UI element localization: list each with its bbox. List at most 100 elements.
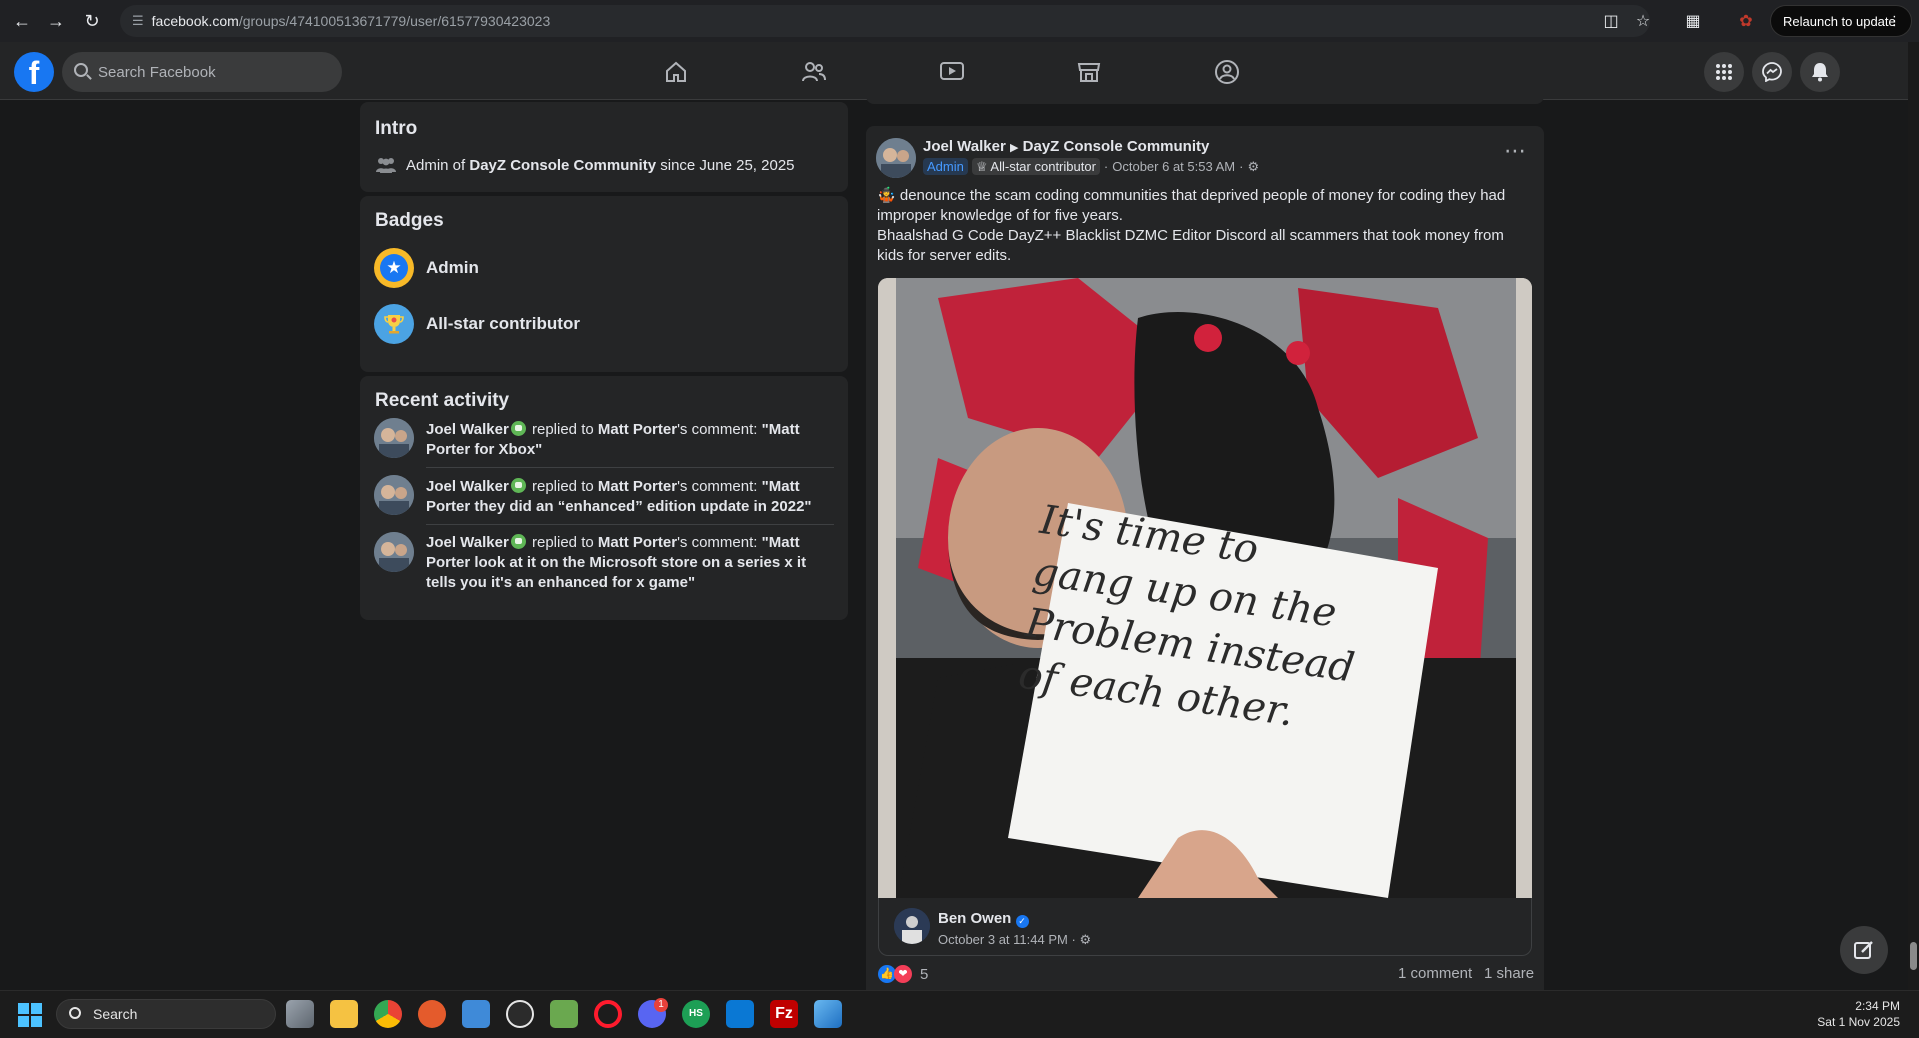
search-placeholder: Search Facebook bbox=[98, 63, 216, 81]
friends-icon[interactable] bbox=[800, 58, 828, 86]
video-icon[interactable] bbox=[938, 58, 966, 86]
shared-author-name[interactable]: Ben Owen ✓ bbox=[938, 909, 1029, 929]
contributor-badge-icon bbox=[510, 534, 526, 549]
intro-card: Intro Admin of DayZ Console Community si… bbox=[360, 102, 848, 192]
url-host: facebook.com bbox=[151, 13, 239, 29]
triangle-right-icon: ▶ bbox=[1010, 142, 1019, 154]
extensions-icon[interactable]: ▦ bbox=[1680, 8, 1706, 34]
opera-icon[interactable] bbox=[594, 1000, 622, 1028]
activity-item[interactable]: Joel Walker replied to Matt Porter's com… bbox=[426, 420, 826, 460]
chrome-icon[interactable] bbox=[374, 1000, 402, 1028]
post-meta: Admin ♕ All-star contributor · October 6… bbox=[923, 158, 1259, 175]
post-author-avatar[interactable] bbox=[876, 138, 916, 178]
allstar-tag[interactable]: ♕ All-star contributor bbox=[971, 158, 1100, 175]
badges-title: Badges bbox=[375, 210, 444, 231]
post-author-link[interactable]: Joel Walker bbox=[923, 138, 1006, 155]
reaction-count: 5 bbox=[920, 965, 929, 983]
shares-count[interactable]: 1 share bbox=[1484, 965, 1534, 982]
site-info-icon[interactable]: ☰ bbox=[132, 13, 144, 29]
facebook-search-input[interactable]: Search Facebook bbox=[62, 52, 342, 92]
avatar[interactable] bbox=[374, 418, 414, 458]
notepadpp-icon[interactable] bbox=[550, 1000, 578, 1028]
intro-group-link[interactable]: DayZ Console Community bbox=[469, 157, 656, 174]
new-message-button[interactable] bbox=[1840, 926, 1888, 974]
marketplace-icon[interactable] bbox=[1075, 58, 1103, 86]
vscode-icon[interactable] bbox=[726, 1000, 754, 1028]
hs-app-icon[interactable]: HS bbox=[682, 1000, 710, 1028]
address-bar[interactable]: ☰ facebook.com/groups/474100513671779/us… bbox=[120, 5, 1650, 37]
file-explorer-icon[interactable] bbox=[330, 1000, 358, 1028]
avatar[interactable] bbox=[374, 475, 414, 515]
menu-grid-icon[interactable] bbox=[1704, 52, 1744, 92]
activity-item[interactable]: Joel Walker replied to Matt Porter's com… bbox=[426, 477, 826, 517]
reactions-summary[interactable]: 👍 ❤ 5 bbox=[878, 965, 928, 983]
messenger-icon[interactable] bbox=[1752, 52, 1792, 92]
home-icon[interactable] bbox=[662, 58, 690, 86]
avatar[interactable] bbox=[374, 532, 414, 572]
system-clock[interactable]: 2:34 PM Sat 1 Nov 2025 bbox=[1800, 998, 1900, 1030]
trophy-icon bbox=[374, 304, 414, 344]
active-app-indicator bbox=[362, 986, 414, 990]
taskbar-search[interactable]: Search bbox=[56, 999, 276, 1029]
separator-dot: · bbox=[1239, 159, 1244, 174]
relaunch-label: Relaunch to update bbox=[1783, 13, 1896, 29]
facebook-logo-icon[interactable]: f bbox=[14, 52, 54, 92]
extension-red-icon[interactable]: ✿ bbox=[1733, 8, 1759, 34]
discord-badge: 1 bbox=[654, 998, 668, 1012]
task-view-icon[interactable] bbox=[286, 1000, 314, 1028]
more-options-icon[interactable]: ⋯ bbox=[1504, 140, 1526, 162]
post-body: 🤹 denounce the scam coding communities t… bbox=[877, 186, 1527, 266]
shared-author-avatar[interactable] bbox=[894, 908, 930, 944]
separator-dot: · bbox=[1103, 159, 1109, 174]
relaunch-button[interactable]: Relaunch to update ⋮ bbox=[1770, 5, 1912, 37]
activity-item[interactable]: Joel Walker replied to Matt Porter's com… bbox=[426, 533, 834, 593]
filezilla-icon[interactable]: Fz bbox=[770, 1000, 798, 1028]
verified-icon: ✓ bbox=[1015, 915, 1029, 928]
divider bbox=[426, 467, 834, 468]
clock-time: 2:34 PM bbox=[1855, 999, 1900, 1013]
compose-icon bbox=[1854, 941, 1873, 959]
scrollbar-thumb[interactable] bbox=[1910, 942, 1917, 970]
admin-badge-icon: ★ bbox=[374, 248, 414, 288]
install-app-icon[interactable]: ◫ bbox=[1598, 8, 1624, 34]
globe-icon: ⚙ bbox=[1079, 932, 1092, 947]
post-body-line2: Bhaalshad G Code DayZ++ Blacklist DZMC E… bbox=[877, 227, 1504, 264]
back-icon[interactable]: ← bbox=[4, 3, 40, 39]
admin-tag[interactable]: Admin bbox=[923, 158, 968, 175]
page-scrollbar[interactable] bbox=[1908, 42, 1919, 990]
app-orange-icon[interactable] bbox=[418, 1000, 446, 1028]
comments-count[interactable]: 1 comment bbox=[1398, 965, 1472, 982]
post-image[interactable]: It's time to gang up on the Problem inst… bbox=[878, 278, 1532, 898]
recent-activity-card: Recent activity Joel Walker replied to M… bbox=[360, 376, 848, 620]
search-icon bbox=[69, 1007, 81, 1019]
previous-post-card-bottom bbox=[866, 92, 1544, 104]
post-header: Joel Walker ▶ DayZ Console Community bbox=[923, 137, 1209, 158]
intro-title: Intro bbox=[375, 118, 418, 139]
forward-icon[interactable]: → bbox=[38, 3, 74, 39]
search-icon bbox=[74, 63, 88, 77]
kebab-menu-icon[interactable]: ⋮ bbox=[1888, 13, 1901, 29]
notifications-bell-icon[interactable] bbox=[1800, 52, 1840, 92]
url-path: /groups/474100513671779/user/61577930423… bbox=[238, 13, 551, 29]
shared-post-time[interactable]: October 3 at 11:44 PM · ⚙ bbox=[938, 932, 1091, 948]
recent-activity-title: Recent activity bbox=[375, 390, 510, 411]
windows-start-icon[interactable] bbox=[18, 1003, 42, 1027]
trophy-icon: ♕ bbox=[975, 159, 988, 174]
post-group-link[interactable]: DayZ Console Community bbox=[1023, 138, 1210, 155]
love-reaction-icon: ❤ bbox=[894, 965, 912, 983]
badges-card: Badges ★ Admin All-star contributor bbox=[360, 196, 848, 372]
emoji-icon: 🤹 bbox=[877, 187, 896, 204]
post-timestamp[interactable]: October 6 at 5:53 AM bbox=[1112, 159, 1235, 174]
taskbar-search-label: Search bbox=[93, 1006, 138, 1022]
badge-admin-label[interactable]: Admin bbox=[426, 258, 479, 278]
photos-icon[interactable] bbox=[814, 1000, 842, 1028]
chatgpt-icon[interactable] bbox=[506, 1000, 534, 1028]
divider bbox=[426, 524, 834, 525]
groups-icon[interactable] bbox=[1213, 58, 1241, 86]
clock-date: Sat 1 Nov 2025 bbox=[1817, 1015, 1900, 1029]
reload-icon[interactable]: ↻ bbox=[74, 3, 110, 39]
badge-allstar-label[interactable]: All-star contributor bbox=[426, 314, 580, 334]
notepad-icon[interactable] bbox=[462, 1000, 490, 1028]
contributor-badge-icon bbox=[510, 421, 526, 436]
bookmark-star-icon[interactable]: ☆ bbox=[1630, 8, 1656, 34]
